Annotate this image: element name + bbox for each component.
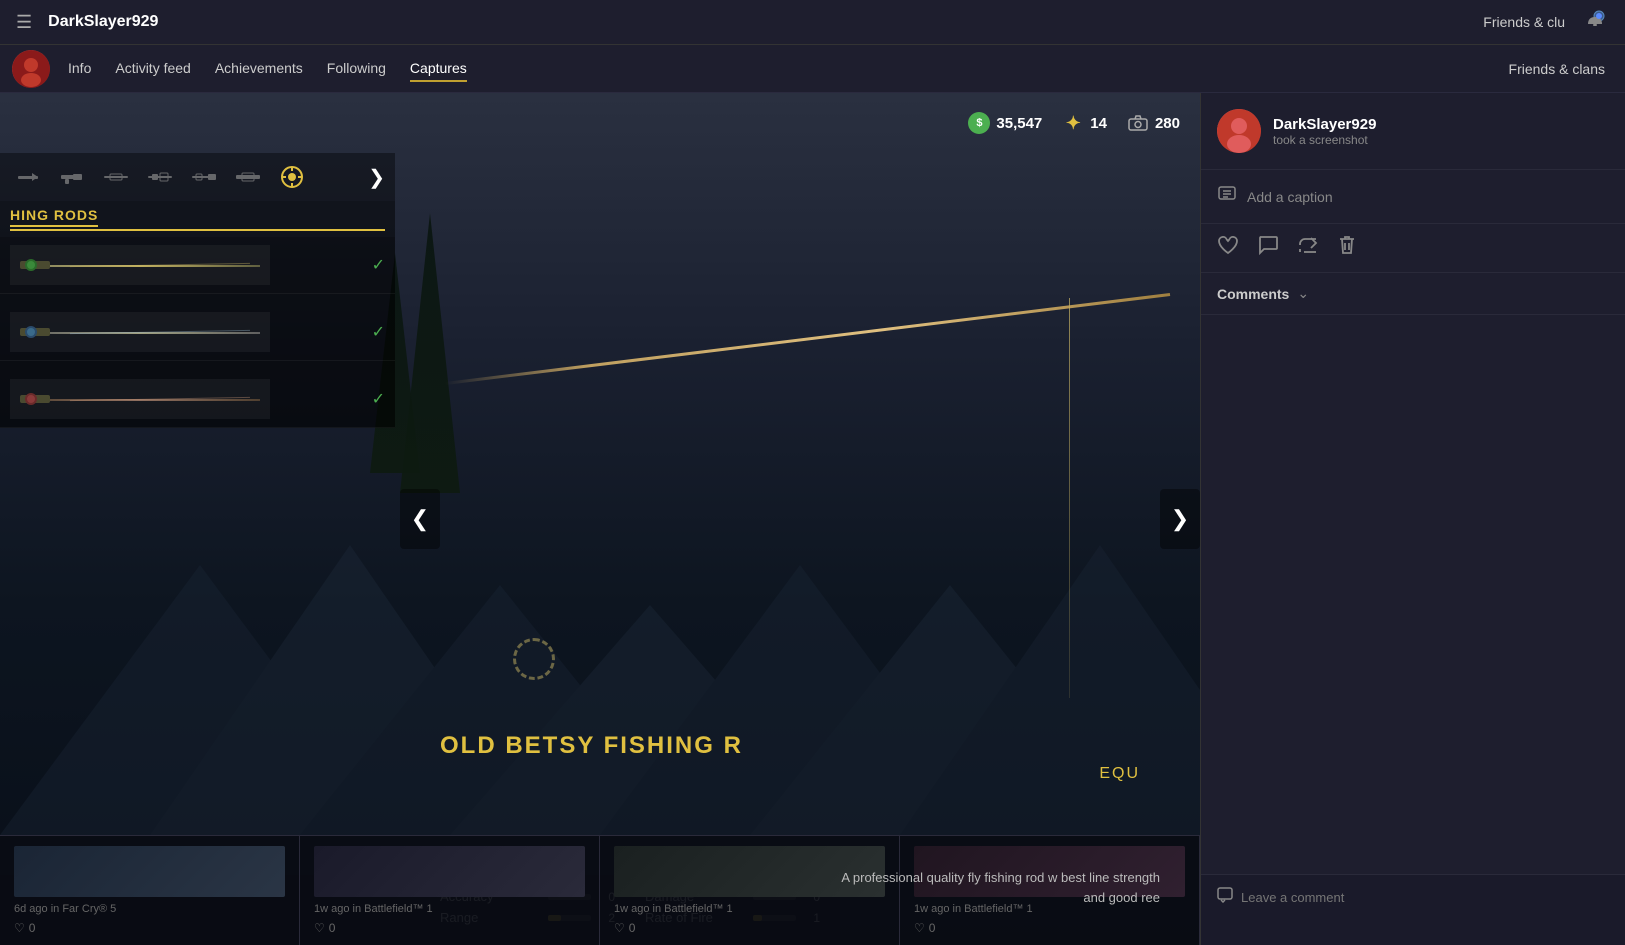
add-caption-label: Add a caption [1247,189,1333,205]
item-description: A professional quality fly fishing rod w… [841,870,1160,905]
likes-count-3: 0 [629,921,636,935]
post-thumb-1 [14,846,285,897]
weapon-tab-1[interactable] [54,159,90,195]
weapon-item-1[interactable]: ✓ [0,237,395,294]
post-likes-4: ♡ 0 [914,921,1185,935]
check-icon-3: ✓ [372,389,385,409]
star-value: 14 [1090,115,1107,132]
weapon-img-2 [10,312,270,352]
user-avatar [12,50,50,88]
comment-row [1217,887,1625,908]
post-likes-3: ♡ 0 [614,921,885,935]
nav-links: Info Activity feed Achievements Followin… [68,56,467,82]
post-thumb-2 [314,846,585,897]
heart-icon-4: ♡ [914,921,925,935]
topbar: ☰ DarkSlayer929 Friends & clu [0,0,1625,45]
friends-clans-button[interactable]: Friends & clu [1483,14,1565,30]
star-stat: ✦ 14 [1062,112,1107,134]
check-icon-2: ✓ [372,322,385,342]
category-header: HING RODS [0,201,395,237]
comments-chevron-icon: ⌄ [1297,285,1309,302]
notification-icon[interactable] [1585,10,1605,35]
author-name: DarkSlayer929 [1273,116,1376,133]
author-avatar [1217,109,1261,153]
comments-label: Comments [1217,286,1289,302]
action-icons-row [1201,224,1625,273]
post-item-1: 6d ago in Far Cry® 5 ♡ 0 [0,836,300,945]
author-action: took a screenshot [1273,133,1376,147]
subnav: Info Activity feed Achievements Followin… [0,45,1625,93]
weapon-tab-4[interactable] [186,159,222,195]
nav-next-button[interactable]: ❯ [1160,489,1200,549]
friends-clans-link[interactable]: Friends & clans [1509,61,1605,77]
camera-icon [1127,112,1149,134]
heart-icon-3: ♡ [614,921,625,935]
check-icon-1: ✓ [372,255,385,275]
weapon-tabs: ❯ [0,153,395,201]
page-title: DarkSlayer929 [48,13,158,31]
share-button[interactable] [1297,235,1319,261]
left-panel: $ 35,547 ✦ 14 280 [0,93,1200,945]
weapon-tab-2[interactable] [98,159,134,195]
nav-activity-feed[interactable]: Activity feed [115,56,190,82]
item-action: EQU [1099,765,1140,783]
post-meta-1: 6d ago in Far Cry® 5 [14,903,285,915]
weapon-item-2[interactable]: ✓ [0,304,395,361]
post-likes-2: ♡ 0 [314,921,585,935]
post-item-2: 1w ago in Battlefield™ 1 ♡ 0 [300,836,600,945]
screenshot-stat: 280 [1127,112,1180,134]
star-icon: ✦ [1062,112,1084,134]
post-likes-1: ♡ 0 [14,921,285,935]
comments-header[interactable]: Comments ⌄ [1201,273,1625,315]
comment-input[interactable] [1241,890,1625,905]
post-meta-2: 1w ago in Battlefield™ 1 [314,903,585,915]
capture-author: DarkSlayer929 took a screenshot [1201,93,1625,170]
likes-count-4: 0 [929,921,936,935]
author-info: DarkSlayer929 took a screenshot [1273,116,1376,147]
heart-icon-1: ♡ [14,921,25,935]
currency-stat: $ 35,547 [968,112,1042,134]
weapon-item-3[interactable]: ✓ [0,371,395,428]
currency-value: 35,547 [996,115,1042,132]
game-hud: $ 35,547 ✦ 14 280 [0,93,1200,153]
heart-icon-2: ♡ [314,921,325,935]
add-caption-area[interactable]: Add a caption [1201,170,1625,224]
weapon-tab-5[interactable] [230,159,266,195]
comment-actions: Post ✕ Cancel [1217,916,1625,933]
item-name: OLD BETSY FISHING R [440,732,743,760]
comment-button[interactable] [1257,235,1279,261]
nav-captures[interactable]: Captures [410,56,467,82]
likes-count-2: 0 [329,921,336,935]
caption-icon [1217,184,1237,209]
right-panel: DarkSlayer929 took a screenshot Add a ca… [1200,93,1625,945]
currency-icon: $ [968,112,990,134]
comment-input-icon [1217,887,1233,908]
nav-achievements[interactable]: Achievements [215,56,303,82]
weapon-img-3 [10,379,270,419]
nav-following[interactable]: Following [327,56,386,82]
heart-button[interactable] [1217,235,1239,261]
likes-count-1: 0 [29,921,36,935]
activity-strip [1201,315,1625,945]
weapon-ui: ❯ HING RODS ✓ [0,153,395,428]
weapon-list: ✓ ✓ [0,237,395,428]
weapon-tab-0[interactable] [10,159,46,195]
category-title: HING RODS [10,207,98,227]
weapon-img-1 [10,245,270,285]
weapon-tab-3[interactable] [142,159,178,195]
weapon-tab-special[interactable] [274,159,310,195]
delete-button[interactable] [1337,234,1357,262]
screenshot-value: 280 [1155,115,1180,132]
nav-info[interactable]: Info [68,56,91,82]
main-content: $ 35,547 ✦ 14 280 [0,93,1625,945]
hamburger-icon[interactable]: ☰ [16,12,32,33]
nav-prev-button[interactable]: ❮ [400,489,440,549]
weapon-arrow[interactable]: ❯ [368,165,385,190]
comment-input-area: Post ✕ Cancel [1201,874,1625,945]
